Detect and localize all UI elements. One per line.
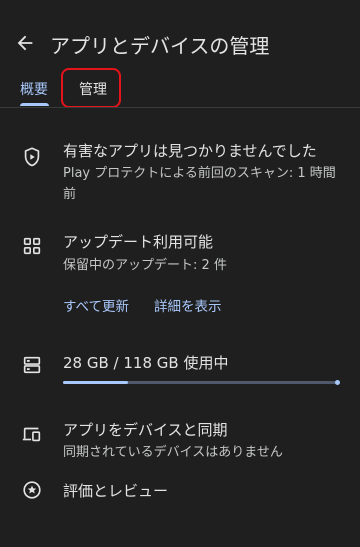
shield-icon — [24, 147, 40, 167]
star-badge-icon — [23, 481, 41, 499]
page-title: アプリとデバイスの管理 — [50, 34, 270, 58]
storage-progress-end-dot — [335, 380, 340, 385]
apps-grid-icon — [23, 237, 41, 255]
play-protect-subtitle: Play プロテクトによる前回のスキャン: 1 時間前 — [63, 166, 336, 202]
update-all-button[interactable]: すべて更新 — [63, 295, 129, 315]
storage-progress-fill — [63, 381, 129, 384]
updates-title: アップデート利用可能 — [63, 233, 214, 251]
storage-label: 28 GB / 118 GB 使用中 — [63, 354, 229, 372]
tabs-divider — [0, 107, 360, 108]
updates-subtitle: 保留中のアップデート: 2 件 — [63, 258, 227, 273]
ratings-title: 評価とレビュー — [63, 482, 169, 500]
devices-icon — [22, 427, 41, 442]
sync-title: アプリをデバイスと同期 — [63, 421, 228, 439]
ratings-card[interactable]: 評価とレビュー — [0, 474, 360, 506]
tab-manage-highlight — [61, 68, 121, 108]
storage-icon — [23, 356, 41, 374]
tab-selected-indicator — [20, 103, 49, 106]
storage-progress-bar — [63, 380, 340, 385]
sync-card[interactable]: アプリをデバイスと同期 同期されているデバイスはありません — [0, 413, 360, 468]
play-protect-card[interactable]: 有害なアプリは見つかりませんでした Play プロテクトによる前回のスキャン: … — [0, 130, 360, 210]
sync-subtitle: 同期されているデバイスはありません — [63, 445, 283, 460]
tab-overview[interactable]: 概要 — [20, 79, 48, 99]
play-protect-title: 有害なアプリは見つかりませんでした — [63, 142, 317, 160]
see-details-button[interactable]: 詳細を表示 — [154, 295, 222, 315]
updates-card[interactable]: アップデート利用可能 保留中のアップデート: 2 件 — [0, 225, 360, 280]
storage-card[interactable]: 28 GB / 118 GB 使用中 — [0, 345, 360, 395]
arrow-back-icon[interactable] — [14, 32, 36, 54]
